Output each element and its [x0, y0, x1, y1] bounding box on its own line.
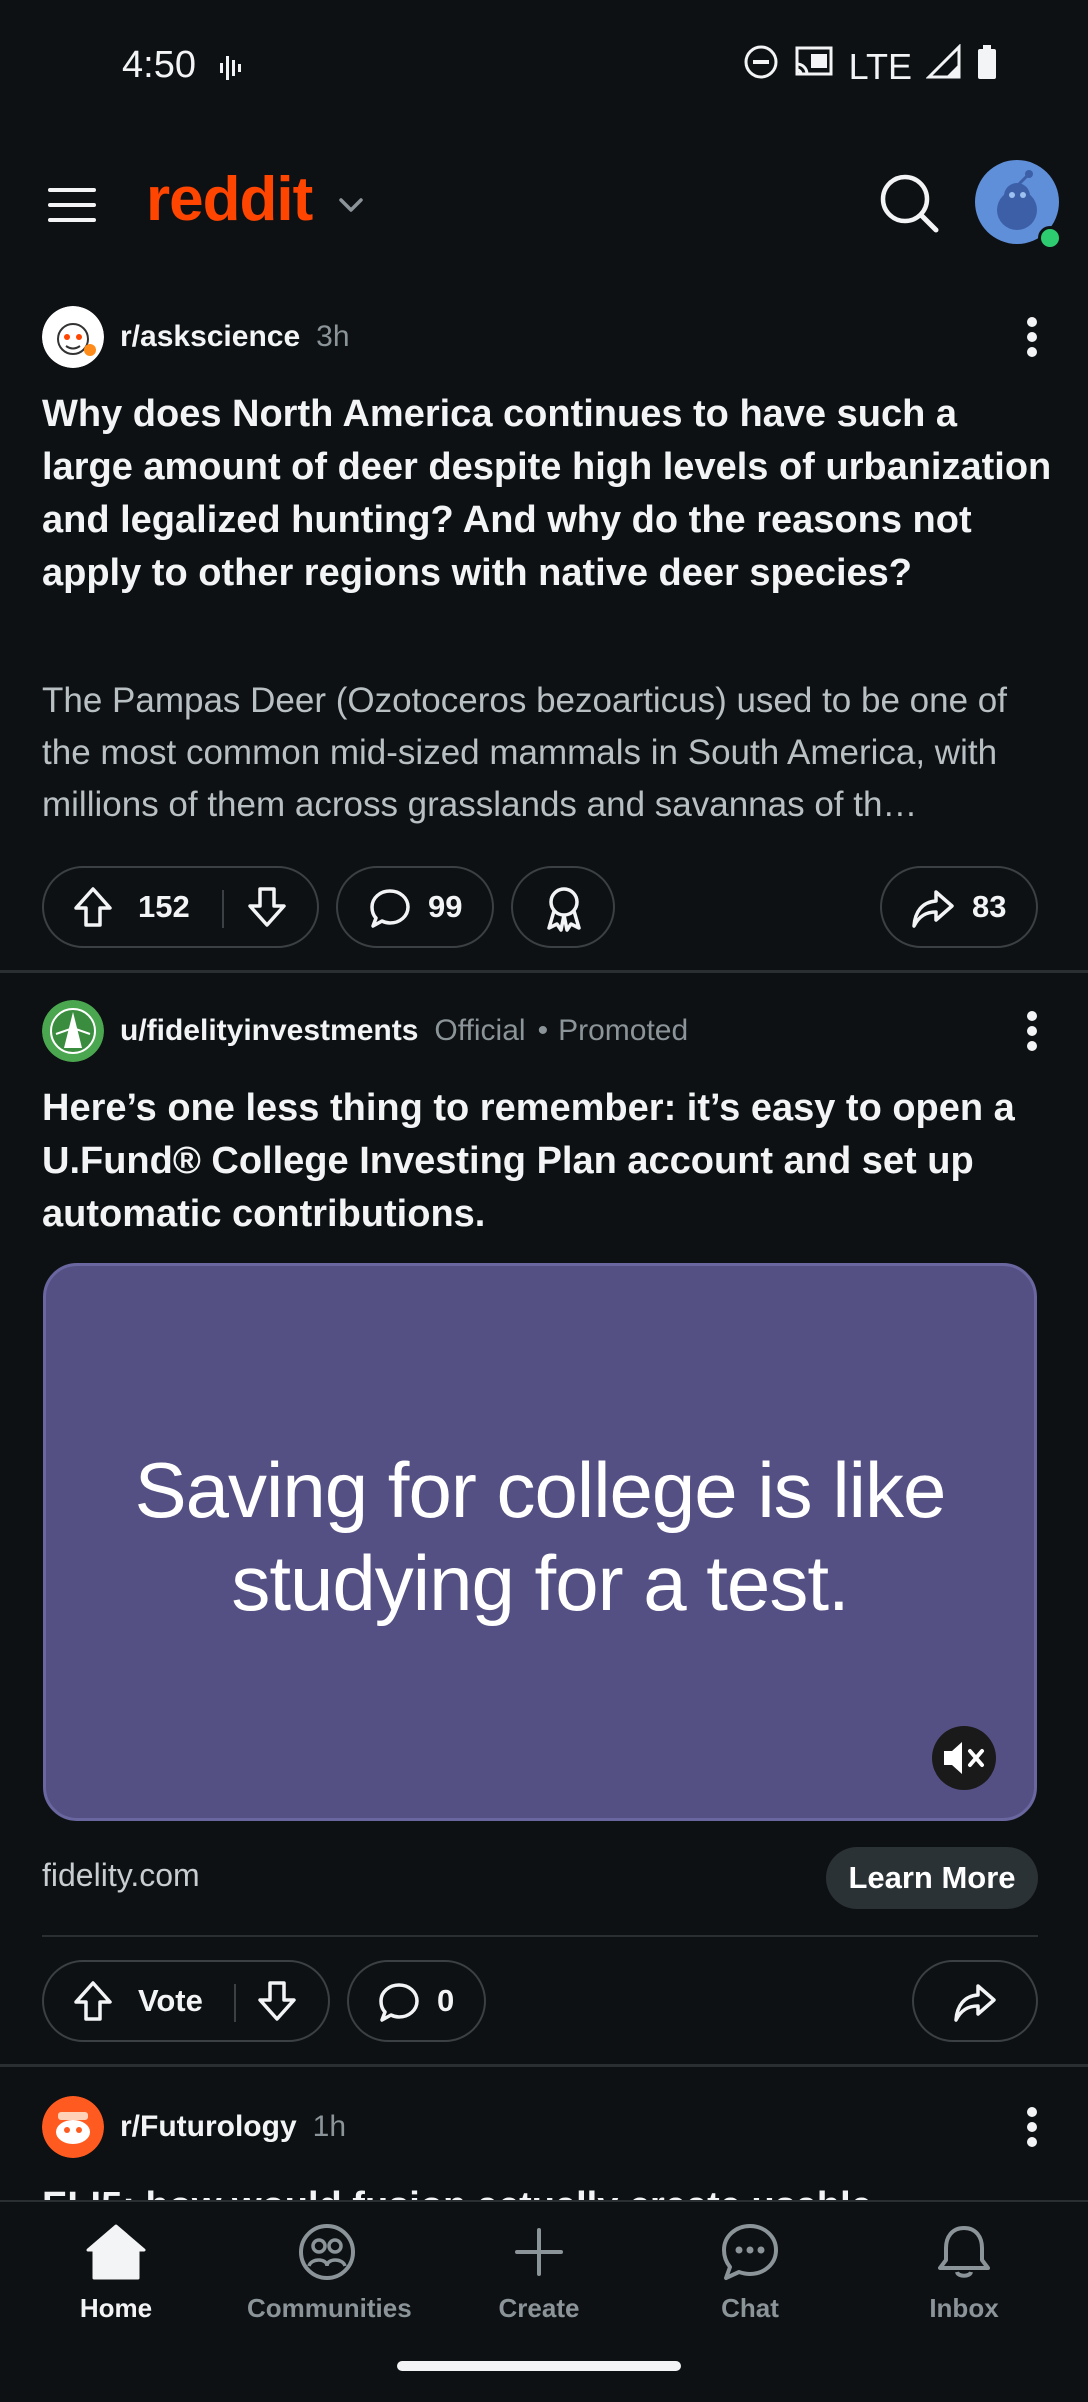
promoted-label: Promoted [558, 1014, 689, 1047]
downvote-icon[interactable] [254, 1978, 300, 2032]
cast-icon [793, 44, 835, 89]
post-title[interactable]: Here’s one less thing to remember: it’s … [42, 1082, 1052, 1241]
do-not-disturb-icon [743, 44, 779, 89]
post-meta: u/fidelityinvestments Official • Promote… [42, 1000, 688, 1062]
separator-dot: • [537, 1014, 549, 1047]
nav-home[interactable]: Home [36, 2222, 196, 2324]
nav-inbox[interactable]: Inbox [884, 2222, 1044, 2324]
vote-divider [222, 890, 224, 928]
nav-chat[interactable]: Chat [670, 2222, 830, 2324]
communities-icon [299, 2224, 355, 2280]
ad-headline: Saving for college is like studying for … [46, 1444, 1034, 1630]
share-button[interactable] [912, 1960, 1038, 2042]
app-header: reddit [0, 150, 1088, 260]
vote-bar: 152 [42, 866, 319, 948]
comment-count: 0 [437, 1983, 455, 2018]
author-avatar[interactable] [42, 1000, 104, 1062]
subreddit-name[interactable]: r/Futurology [120, 2110, 297, 2144]
nav-communities-label: Communities [247, 2293, 412, 2323]
network-label: LTE [848, 45, 912, 87]
voice-activity-icon [218, 50, 246, 91]
plus-icon [515, 2228, 563, 2276]
award-icon [541, 884, 587, 940]
downvote-icon[interactable] [244, 884, 290, 938]
nav-create[interactable]: Create [459, 2222, 619, 2324]
comment-count: 99 [428, 889, 463, 924]
post-body-preview[interactable]: The Pampas Deer (Ozotoceros bezoarticus)… [42, 675, 1052, 831]
more-options-icon [1027, 317, 1037, 327]
post-divider [0, 2064, 1088, 2067]
comment-icon [368, 887, 412, 939]
nav-communities[interactable]: Communities [247, 2222, 412, 2324]
post-meta: r/askscience 3h [42, 306, 350, 368]
share-button[interactable]: 83 [880, 866, 1038, 948]
learn-more-button[interactable]: Learn More [826, 1847, 1038, 1909]
post-options-button[interactable] [1012, 2097, 1052, 2157]
nav-inbox-label: Inbox [929, 2293, 999, 2323]
home-icon [86, 2224, 146, 2280]
gesture-home-bar[interactable] [397, 2361, 681, 2371]
ad-headline-line1: Saving for college is like [134, 1446, 947, 1534]
share-icon [910, 886, 956, 940]
menu-button[interactable] [46, 180, 98, 230]
share-icon [952, 1980, 998, 2034]
reddit-logo[interactable]: reddit [146, 164, 313, 235]
status-time: 4:50 [122, 44, 196, 86]
status-bar: 4:50 LTE [0, 0, 1088, 135]
subreddit-avatar[interactable] [42, 306, 104, 368]
post-age: 1h [312, 2110, 347, 2143]
official-label: Official [434, 1014, 526, 1047]
ad-separator [42, 1935, 1038, 1937]
hamburger-icon [48, 188, 96, 222]
chat-icon [722, 2224, 778, 2280]
nav-home-label: Home [79, 2293, 153, 2323]
search-icon [880, 174, 939, 233]
upvote-icon[interactable] [70, 1978, 116, 2032]
post-title[interactable]: Why does North America continues to have… [42, 388, 1052, 600]
battery-icon [976, 44, 998, 89]
feed-selector-chevron-icon[interactable] [336, 190, 366, 225]
subreddit-avatar[interactable] [42, 2096, 104, 2158]
online-status-indicator [1038, 226, 1062, 250]
nav-chat-label: Chat [721, 2293, 779, 2323]
mute-button[interactable] [932, 1726, 996, 1790]
search-button[interactable] [876, 170, 942, 236]
vote-divider [234, 1984, 236, 2022]
vote-label: Vote [138, 1983, 203, 2018]
upvote-count: 152 [138, 889, 190, 924]
volume-muted-icon [944, 1742, 984, 1774]
signal-icon [925, 43, 962, 89]
bottom-navigation: Home Communities Create Chat Inbox [0, 2200, 1088, 2402]
post-age: 3h [316, 320, 350, 353]
vote-bar: Vote [42, 1960, 330, 2042]
nav-create-label: Create [498, 2293, 580, 2323]
award-button[interactable] [511, 866, 615, 948]
more-options-icon [1027, 2107, 1037, 2117]
bell-icon [938, 2226, 990, 2278]
subreddit-name[interactable]: r/askscience [120, 320, 300, 354]
post-title-peek[interactable]: ELI5: how would fusion actually create u… [42, 2176, 872, 2200]
upvote-icon[interactable] [70, 884, 116, 938]
comments-button[interactable]: 99 [336, 866, 494, 948]
post-divider [0, 970, 1088, 973]
post-meta: r/Futurology 1h [42, 2096, 346, 2158]
ad-video[interactable]: Saving for college is like studying for … [43, 1263, 1037, 1821]
post-options-button[interactable] [1012, 307, 1052, 367]
comments-button[interactable]: 0 [347, 1960, 486, 2042]
more-options-icon [1027, 1011, 1037, 1021]
ad-domain[interactable]: fidelity.com [42, 1857, 200, 1894]
share-count: 83 [972, 889, 1007, 924]
ad-headline-line2: studying for a test. [231, 1539, 849, 1627]
author-name[interactable]: u/fidelityinvestments [120, 1014, 418, 1048]
comment-icon [377, 1981, 421, 2033]
post-options-button[interactable] [1012, 1001, 1052, 1061]
